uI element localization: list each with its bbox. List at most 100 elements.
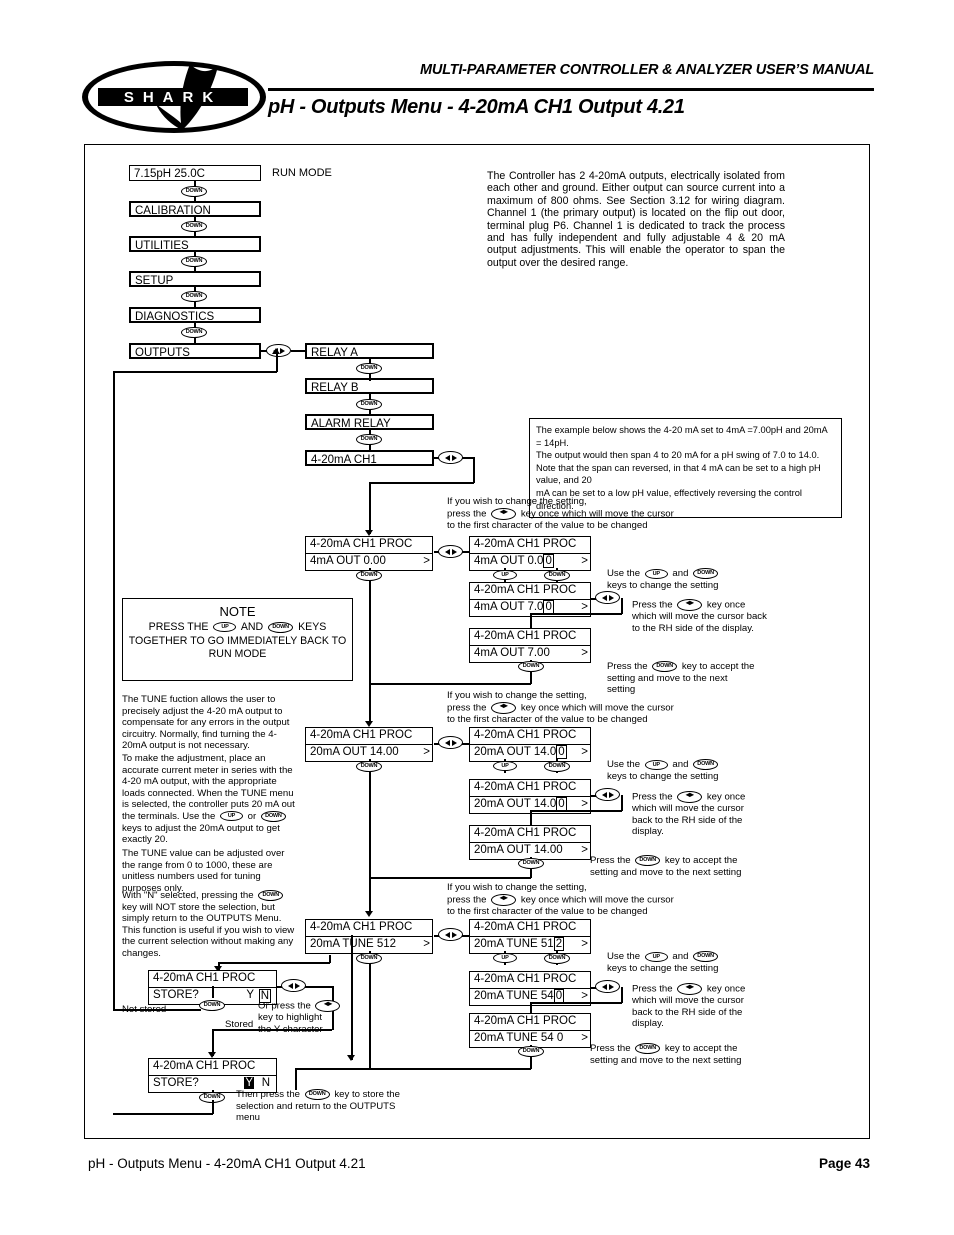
leftright-key-icon: ◂▸ bbox=[315, 1000, 341, 1012]
lcd-line-1: 4-20mA CH1 PROC bbox=[310, 729, 413, 741]
leftright-key-icon: ◂▸ bbox=[491, 893, 517, 906]
submenu-item-alarm-relay[interactable]: ALARM RELAY bbox=[305, 414, 434, 430]
cursor-char: 0 bbox=[543, 554, 554, 568]
down-key[interactable]: DOWN bbox=[356, 434, 382, 445]
down-key[interactable]: DOWN bbox=[356, 399, 382, 410]
leftright-key[interactable] bbox=[595, 980, 620, 993]
note-line-1: PRESS THE UP AND DOWN KEYS bbox=[148, 621, 327, 633]
submenu-item-relay-a[interactable]: RELAY A bbox=[305, 343, 434, 359]
lcd-tune-done: 4-20mA CH1 PROC 20mA TUNE 54 0 > bbox=[469, 1013, 591, 1048]
hint-line: press the ◂▸ key once which will move th… bbox=[447, 892, 674, 906]
down-key[interactable]: DOWN bbox=[181, 256, 207, 267]
cursor-indicator: > bbox=[581, 1032, 588, 1044]
press-lr-hint-4ma: Press the ◂▸ key once which will move th… bbox=[632, 599, 802, 634]
submenu-item-4-20ma-ch1[interactable]: 4-20mA CH1 bbox=[305, 450, 434, 466]
down-key[interactable]: DOWN bbox=[181, 221, 207, 232]
hint-line: setting and move to the next setting bbox=[590, 1054, 742, 1066]
hint-line: press the ◂▸ key once which will move th… bbox=[447, 506, 674, 520]
arrow-left-icon bbox=[444, 548, 450, 555]
accept-hint-tune: Press the DOWN key to accept the setting… bbox=[590, 1043, 790, 1066]
leftright-key-icon: ◂▸ bbox=[677, 791, 703, 803]
example-line-3: Note that the span can reversed, in that… bbox=[536, 462, 821, 486]
arrow-left-icon bbox=[444, 739, 450, 746]
down-key-icon: DOWN bbox=[652, 661, 678, 672]
connector bbox=[369, 877, 531, 879]
lcd-4ma-edit-1: 4-20mA CH1 PROC 4mA OUT 0.0 0 > bbox=[469, 536, 591, 571]
menu-item-diagnostics[interactable]: DIAGNOSTICS bbox=[129, 307, 261, 323]
connector bbox=[530, 613, 622, 615]
hint-line: selection and return to the OUTPUTS bbox=[236, 1100, 396, 1112]
down-key[interactable]: DOWN bbox=[518, 1046, 544, 1057]
down-key[interactable]: DOWN bbox=[181, 291, 207, 302]
connector bbox=[621, 987, 623, 1003]
up-key[interactable]: UP bbox=[493, 761, 517, 771]
down-key-icon: DOWN bbox=[304, 1089, 330, 1100]
down-key-icon: DOWN bbox=[260, 810, 286, 822]
down-key-icon: DOWN bbox=[268, 621, 294, 633]
tune-paragraph-1: The TUNE fuction allows the user to prec… bbox=[122, 694, 290, 752]
cursor-char: 0 bbox=[556, 797, 567, 811]
hint-line: If you wish to change the setting, bbox=[447, 690, 587, 701]
down-key[interactable]: DOWN bbox=[199, 1000, 225, 1011]
arrow-left-icon bbox=[444, 454, 450, 461]
down-key[interactable]: DOWN bbox=[544, 761, 570, 772]
hint-line: which will move the cursor bbox=[632, 995, 744, 1007]
down-key[interactable]: DOWN bbox=[356, 363, 382, 374]
menu-item-calibration[interactable]: CALIBRATION bbox=[129, 201, 261, 217]
cursor-char: 0 bbox=[543, 600, 554, 614]
cursor-indicator: > bbox=[423, 746, 430, 758]
hint-line: the Y character bbox=[258, 1023, 323, 1035]
arrow-up-icon bbox=[272, 348, 280, 354]
hint-line: Press the DOWN key to accept the bbox=[590, 1043, 738, 1055]
leftright-key[interactable] bbox=[438, 451, 463, 464]
up-key[interactable]: UP bbox=[493, 570, 517, 580]
cursor-indicator: > bbox=[423, 938, 430, 950]
down-key[interactable]: DOWN bbox=[518, 858, 544, 869]
connector bbox=[218, 962, 330, 964]
leftright-key[interactable] bbox=[438, 736, 463, 749]
down-key[interactable]: DOWN bbox=[518, 661, 544, 672]
leftright-key-icon: ◂▸ bbox=[491, 701, 517, 714]
arrow-left-icon bbox=[444, 931, 450, 938]
leftright-key[interactable] bbox=[438, 545, 463, 558]
down-key-icon: DOWN bbox=[693, 759, 719, 770]
arrow-left-icon bbox=[601, 791, 607, 798]
hint-line: keys to change the setting bbox=[607, 770, 719, 782]
connector bbox=[530, 810, 622, 812]
not-stored-label: Not stored bbox=[122, 1004, 167, 1015]
lcd-line-1: 4-20mA CH1 PROC bbox=[474, 973, 577, 985]
lcd-line-2: 20mA TUNE 512 > bbox=[470, 936, 590, 953]
connector bbox=[295, 1068, 297, 1090]
hint-line: display. bbox=[632, 826, 664, 838]
down-key[interactable]: DOWN bbox=[181, 327, 207, 338]
menu-item-run[interactable]: 7.15pH 25.0C bbox=[129, 165, 261, 181]
lcd-20ma-edit-1: 4-20mA CH1 PROC 20mA OUT 14.0 0 > bbox=[469, 727, 591, 762]
leftright-key[interactable] bbox=[438, 928, 463, 941]
hint-line: If you wish to change the setting, bbox=[447, 496, 587, 507]
down-key[interactable]: DOWN bbox=[181, 186, 207, 197]
hint-line: Or press the ◂▸ bbox=[258, 1000, 350, 1012]
down-key[interactable]: DOWN bbox=[544, 570, 570, 581]
page-title: pH - Outputs Menu - 4-20mA CH1 Output 4.… bbox=[268, 96, 685, 118]
menu-item-outputs[interactable]: OUTPUTS bbox=[129, 343, 261, 359]
up-key[interactable]: UP bbox=[493, 953, 517, 963]
leftright-key[interactable] bbox=[281, 979, 306, 992]
arrow-right-icon bbox=[451, 548, 457, 555]
down-key[interactable]: DOWN bbox=[544, 953, 570, 964]
up-key-icon: UP bbox=[220, 811, 243, 822]
arrow-right-icon bbox=[451, 931, 457, 938]
menu-item-setup[interactable]: SETUP bbox=[129, 271, 261, 287]
leftright-key[interactable] bbox=[595, 788, 620, 801]
arrow-left-icon bbox=[601, 594, 607, 601]
store-yes-char-selected: Y bbox=[244, 1077, 254, 1089]
menu-item-utilities[interactable]: UTILITIES bbox=[129, 236, 261, 252]
connector bbox=[291, 350, 305, 352]
manual-title: MULTI-PARAMETER CONTROLLER & ANALYZER US… bbox=[419, 62, 874, 78]
lcd-line-1: 4-20mA CH1 PROC bbox=[474, 538, 577, 550]
lcd-line-1: 4-20mA CH1 PROC bbox=[474, 781, 577, 793]
lcd-line-1: 4-20mA CH1 PROC bbox=[474, 827, 577, 839]
footer-right: Page 43 bbox=[818, 1156, 870, 1171]
leftright-key[interactable] bbox=[595, 591, 620, 604]
lcd-line-1: 4-20mA CH1 PROC bbox=[310, 538, 413, 550]
arrow-down-icon bbox=[365, 911, 373, 917]
